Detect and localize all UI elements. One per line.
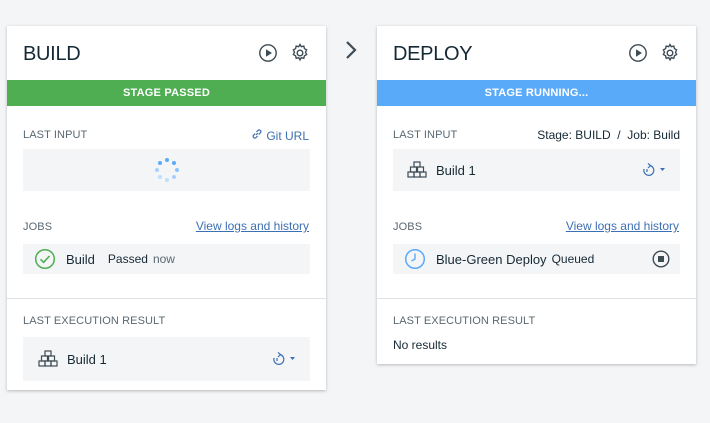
job-status: Queued — [551, 252, 595, 266]
last-execution-result-row[interactable]: Build 1 — [23, 337, 310, 381]
jobs-label: JOBS — [23, 221, 53, 233]
gear-icon[interactable] — [290, 43, 310, 63]
check-circle-icon — [34, 248, 56, 270]
input-source-text: Stage: BUILD / Job: Build — [537, 128, 680, 142]
chevron-right-icon — [343, 40, 359, 60]
git-url-text[interactable]: Git URL — [266, 129, 309, 143]
gear-icon[interactable] — [660, 43, 680, 63]
no-results-text: No results — [393, 338, 448, 352]
jobs-label: JOBS — [393, 221, 423, 233]
build-stage-header: BUILD — [7, 26, 326, 80]
build-stage-title: BUILD — [23, 43, 81, 65]
job-status: Passed — [107, 252, 148, 266]
last-input-label: LAST INPUT — [393, 129, 458, 141]
git-url-link[interactable]: Git URL — [251, 127, 309, 145]
result-name: Build 1 — [67, 351, 107, 367]
play-icon[interactable] — [628, 43, 648, 63]
stage-passed-banner: STAGE PASSED — [7, 80, 326, 106]
last-input-label: LAST INPUT — [23, 129, 88, 141]
play-icon[interactable] — [258, 43, 278, 63]
stage-running-banner: STAGE RUNNING... — [377, 80, 696, 106]
build-stage-card: BUILD STAGE PASSED LAST INPUT Git URL JO… — [7, 26, 326, 390]
job-row-blue-green-deploy[interactable]: Blue-Green Deploy Queued — [393, 244, 680, 274]
clock-icon — [404, 248, 426, 270]
deploy-stage-title: DEPLOY — [393, 43, 473, 65]
stop-icon[interactable] — [652, 250, 670, 268]
job-time: now — [152, 252, 175, 266]
deploy-stage-header: DEPLOY — [377, 26, 696, 80]
link-icon — [251, 127, 263, 145]
job-name: Blue-Green Deploy — [436, 251, 547, 267]
last-input-row[interactable]: Build 1 — [393, 149, 680, 191]
last-input-loading-box — [23, 149, 310, 191]
view-logs-link[interactable]: View logs and history — [196, 219, 309, 233]
loading-spinner-icon — [152, 155, 182, 185]
job-row-build[interactable]: Build Passed now — [23, 244, 310, 274]
redeploy-dropdown-icon[interactable] — [270, 351, 298, 367]
last-execution-label: LAST EXECUTION RESULT — [23, 315, 166, 327]
input-name: Build 1 — [436, 162, 476, 178]
deploy-stage-card: DEPLOY STAGE RUNNING... LAST INPUT Stage… — [377, 26, 696, 364]
build-artifact-icon — [407, 160, 427, 180]
job-name: Build — [66, 251, 95, 267]
build-artifact-icon — [38, 349, 58, 369]
last-execution-label: LAST EXECUTION RESULT — [393, 315, 536, 327]
redeploy-dropdown-icon[interactable] — [640, 162, 668, 178]
view-logs-link[interactable]: View logs and history — [566, 219, 679, 233]
